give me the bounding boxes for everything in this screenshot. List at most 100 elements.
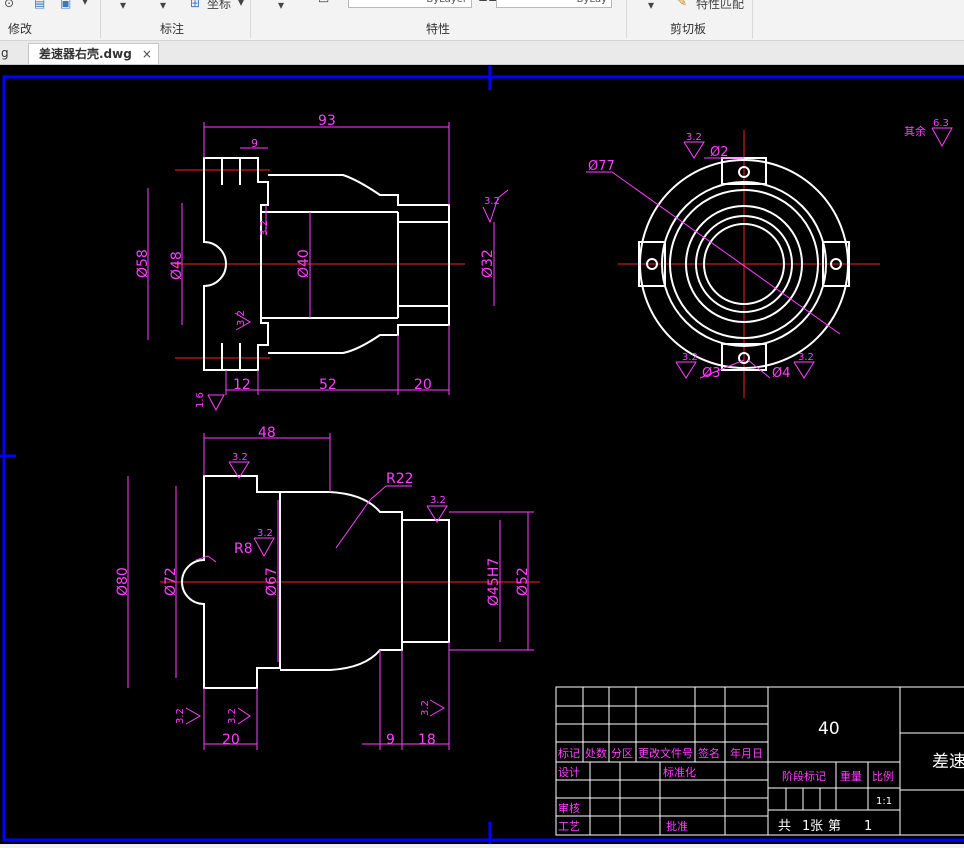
center-lines [175,169,465,359]
chevron-down-icon[interactable]: ▾ [82,0,88,8]
process-label: 工艺 [558,820,580,833]
ribbon: ⊙ ▤ ▣ ▾ 修改 ▾ ▾ ⊞ 坐标 ▾ 标注 ▾ ▭ ByLayer == … [0,0,964,41]
chevron-down-icon[interactable]: ▾ [278,0,284,12]
dim-20: 20 [222,732,240,748]
roughness-symbol [931,127,953,148]
dim-80: Ø80 [115,567,131,596]
roughness-symbol [185,707,202,725]
roughness-value: 3.2 [798,352,814,363]
chevron-down-icon[interactable]: ▾ [238,0,244,9]
roughness-symbol [207,394,225,412]
dim-12: 12 [233,377,251,393]
drawing-svg[interactable]: 93 9 Ø58 Ø48 Ø40 Ø32 3.2 3.2 3.2 1.6 12 … [0,65,964,844]
divider [752,0,753,38]
section-view: 48 R22 R8 Ø80 Ø72 Ø67 Ø45H7 Ø52 20 9 18 … [115,425,540,750]
dim-77: Ø77 [588,159,615,174]
roughness-value: 3.2 [682,352,698,363]
roughness-value: 3.2 [430,495,446,506]
sheet-no-label: 第 [828,819,841,834]
roughness-symbol [429,699,446,717]
group-dimension-label: 标注 [160,22,185,36]
rotate-icon[interactable]: ⊙ [4,0,14,10]
approve-label: 批准 [666,819,688,833]
header-change-doc: 更改文件号 [638,746,693,760]
material-value: 40 [818,719,840,739]
standard-label: 标准化 [663,765,696,779]
dim-52: 52 [319,377,337,393]
dim-67: Ø67 [264,567,280,596]
stage-mark-label: 阶段标记 [782,769,826,783]
dim-r22: R22 [386,471,414,487]
dim-93: 93 [318,113,336,129]
header-count: 处数 [585,747,607,760]
dimension-texts: 48 R22 R8 Ø80 Ø72 Ø67 Ø45H7 Ø52 20 9 18 … [115,425,531,748]
top-view: 93 9 Ø58 Ø48 Ø40 Ø32 3.2 3.2 3.2 1.6 12 … [135,113,509,412]
dim-58: Ø58 [135,249,151,278]
dim-9: 9 [251,137,258,150]
dim-r8: R8 [234,541,253,557]
scale-label: 比例 [872,769,894,783]
roughness-symbol [237,707,251,725]
dim-3: Ø3 [702,366,721,381]
leader-line [335,485,412,549]
match-properties-button[interactable]: 特性匹配 [696,0,744,12]
roughness-symbol [253,537,275,558]
copy-icon[interactable]: ▤ [34,0,45,10]
linetype-select[interactable]: ByLayer [348,0,472,8]
divider [250,0,251,38]
roughness-value: 3.2 [484,196,500,207]
header-date: 年月日 [730,746,763,760]
coordinate-icon[interactable]: ⊞ [190,0,200,10]
dim-48: 48 [258,425,276,441]
lineweight-select[interactable]: ByLay [496,0,612,8]
dim-2: Ø2 [710,145,729,160]
roughness-value: 3.2 [257,528,273,539]
review-label: 审核 [558,801,580,815]
dimension-lines [127,433,534,750]
roughness-symbol [683,141,705,159]
dim-40: Ø40 [296,249,312,278]
coordinate-button[interactable]: 坐标 [207,0,231,12]
part-name: 差速器 [932,752,964,772]
roughness-value: 3.2 [236,310,247,326]
end-view: Ø77 Ø2 3.2 Ø3 3.2 Ø4 3.2 其余 6.3 [586,118,953,398]
rest-roughness-value: 6.3 [933,118,949,129]
group-modify-label: 修改 [8,22,33,36]
match-properties-icon[interactable]: ✎ [677,0,687,9]
document-tabs: g 差速器右壳.dwg × [0,41,964,65]
tab-previous-drawing[interactable]: g [0,43,15,63]
chevron-down-icon[interactable]: ▾ [648,0,654,12]
chevron-down-icon[interactable]: ▾ [120,0,126,12]
close-icon[interactable]: × [142,47,152,61]
tab-active-drawing[interactable]: 差速器右壳.dwg × [28,43,159,64]
roughness-symbol [793,361,815,379]
edit-icon[interactable]: ▣ [60,0,71,10]
scale-value: 1:1 [876,796,892,807]
roughness-value: 1.6 [195,392,206,408]
roughness-value: 3.2 [686,132,702,143]
roughness-value: 3.2 [420,700,431,716]
title-border [555,686,964,836]
title-block: 标记 处数 分区 更改文件号 签名 年月日 设计 标准化 审核 工艺 批准 阶段… [555,686,964,836]
roughness-value: 3.2 [259,220,270,236]
title-grid [555,686,964,836]
dim-18: 18 [418,732,436,748]
roughness-value: 3.2 [175,708,186,724]
title-texts: 标记 处数 分区 更改文件号 签名 年月日 设计 标准化 审核 工艺 批准 阶段… [558,746,894,833]
total-label: 共 [778,819,791,834]
dim-48: Ø48 [169,251,185,280]
dimension-texts: 93 9 Ø58 Ø48 Ø40 Ø32 3.2 3.2 3.2 1.6 12 … [135,113,500,408]
roughness-symbol [675,361,697,379]
header-mark: 标记 [558,746,580,760]
drawing-canvas[interactable]: 93 9 Ø58 Ø48 Ø40 Ø32 3.2 3.2 3.2 1.6 12 … [0,65,964,844]
layer-icon: ▭ [318,0,329,6]
divider [626,0,627,38]
dimension-lines [147,122,509,412]
header-signature: 签名 [698,746,720,760]
sheet-unit: 张 [810,819,823,834]
sheet-no: 1 [864,819,872,834]
header-zone: 分区 [611,747,633,760]
rest-roughness-label: 其余 [904,124,926,138]
dim-52: Ø52 [515,567,531,596]
chevron-down-icon[interactable]: ▾ [160,0,166,12]
